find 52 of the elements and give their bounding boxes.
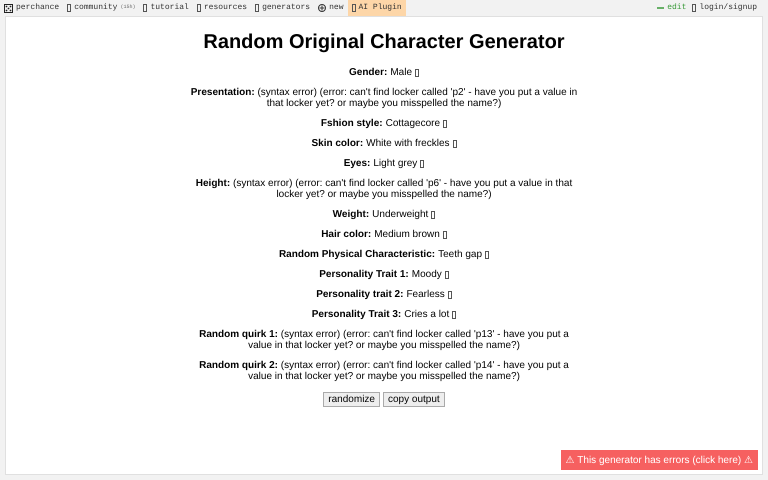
field-label: Personality trait 2: bbox=[316, 289, 404, 300]
missing-glyph-icon bbox=[352, 4, 356, 12]
error-line: Random quirk 2: (syntax error) (error: can't find locker called 'p14' - have you put a value in that locker yet? or maybe you misspelled the name?) bbox=[198, 360, 570, 382]
nav-link[interactable]: perchance bbox=[0, 0, 64, 16]
field-value: Teeth gap bbox=[438, 249, 482, 260]
field-value: Underweight bbox=[372, 209, 428, 220]
field-value: Light grey bbox=[373, 158, 418, 169]
field-label: Hair color: bbox=[321, 229, 372, 240]
field-value: Cottagecore bbox=[386, 118, 440, 129]
plus-circle-icon bbox=[318, 4, 326, 12]
missing-glyph-icon bbox=[443, 120, 448, 128]
field-value: Medium brown bbox=[374, 229, 440, 240]
field-label: Eyes: bbox=[344, 158, 370, 169]
error-line: Presentation: (syntax error) (error: can't find locker called 'p2' - have you put a value in that locker yet? or maybe you misspelled the name?) bbox=[190, 87, 578, 109]
page-title: Random Original Character Generator bbox=[203, 30, 565, 55]
field-value: White with freckles bbox=[366, 138, 450, 149]
dice-icon bbox=[4, 4, 13, 12]
error-line: Height: (syntax error) (error: can't find locker called 'p6' - have you put a value in that locker yet? or maybe you misspelled the name?) bbox=[194, 178, 574, 200]
missing-glyph-icon bbox=[692, 4, 696, 12]
missing-glyph-icon bbox=[452, 310, 456, 318]
field-value: Moody bbox=[412, 269, 442, 280]
missing-glyph-icon bbox=[442, 230, 447, 238]
field-label: Weight: bbox=[332, 209, 370, 220]
field-value: Cries a lot bbox=[404, 309, 450, 320]
missing-glyph-icon bbox=[444, 270, 449, 278]
field-label: Fshion style: bbox=[320, 118, 383, 129]
action-button[interactable]: copy output bbox=[382, 392, 445, 407]
missing-glyph-icon bbox=[485, 250, 490, 258]
missing-glyph-icon bbox=[448, 290, 452, 298]
action-button[interactable]: randomize bbox=[323, 392, 380, 407]
field-label: Skin color: bbox=[311, 138, 364, 149]
missing-glyph-icon bbox=[143, 4, 148, 12]
field-value: Fearless bbox=[406, 289, 445, 300]
nav-link[interactable]: login/signup bbox=[689, 2, 760, 14]
field-label: Personality Trait 3: bbox=[312, 309, 402, 320]
missing-glyph-icon bbox=[196, 4, 201, 12]
missing-glyph-icon bbox=[67, 4, 72, 12]
missing-glyph-icon bbox=[255, 4, 260, 12]
field-label: Gender: bbox=[348, 67, 388, 78]
missing-glyph-icon bbox=[452, 140, 457, 148]
nav-link[interactable]: resources bbox=[192, 0, 252, 16]
missing-glyph-icon bbox=[420, 160, 424, 168]
nav-link[interactable]: AI Plugin bbox=[348, 0, 406, 16]
field-label: Random Physical Characteristic: bbox=[278, 249, 436, 260]
error-line: Random quirk 1: (syntax error) (error: can't find locker called 'p13' - have you put a value in that locker yet? or maybe you misspelled the name?) bbox=[198, 329, 570, 351]
missing-glyph-icon bbox=[415, 68, 420, 76]
nav-link[interactable]: tutorial bbox=[139, 0, 193, 16]
nav-link[interactable]: new bbox=[314, 0, 348, 16]
nav-link[interactable]: generators bbox=[251, 0, 314, 16]
field-value: Male bbox=[390, 67, 412, 78]
field-label: Personality Trait 1: bbox=[319, 269, 409, 280]
missing-glyph-icon bbox=[431, 210, 436, 218]
